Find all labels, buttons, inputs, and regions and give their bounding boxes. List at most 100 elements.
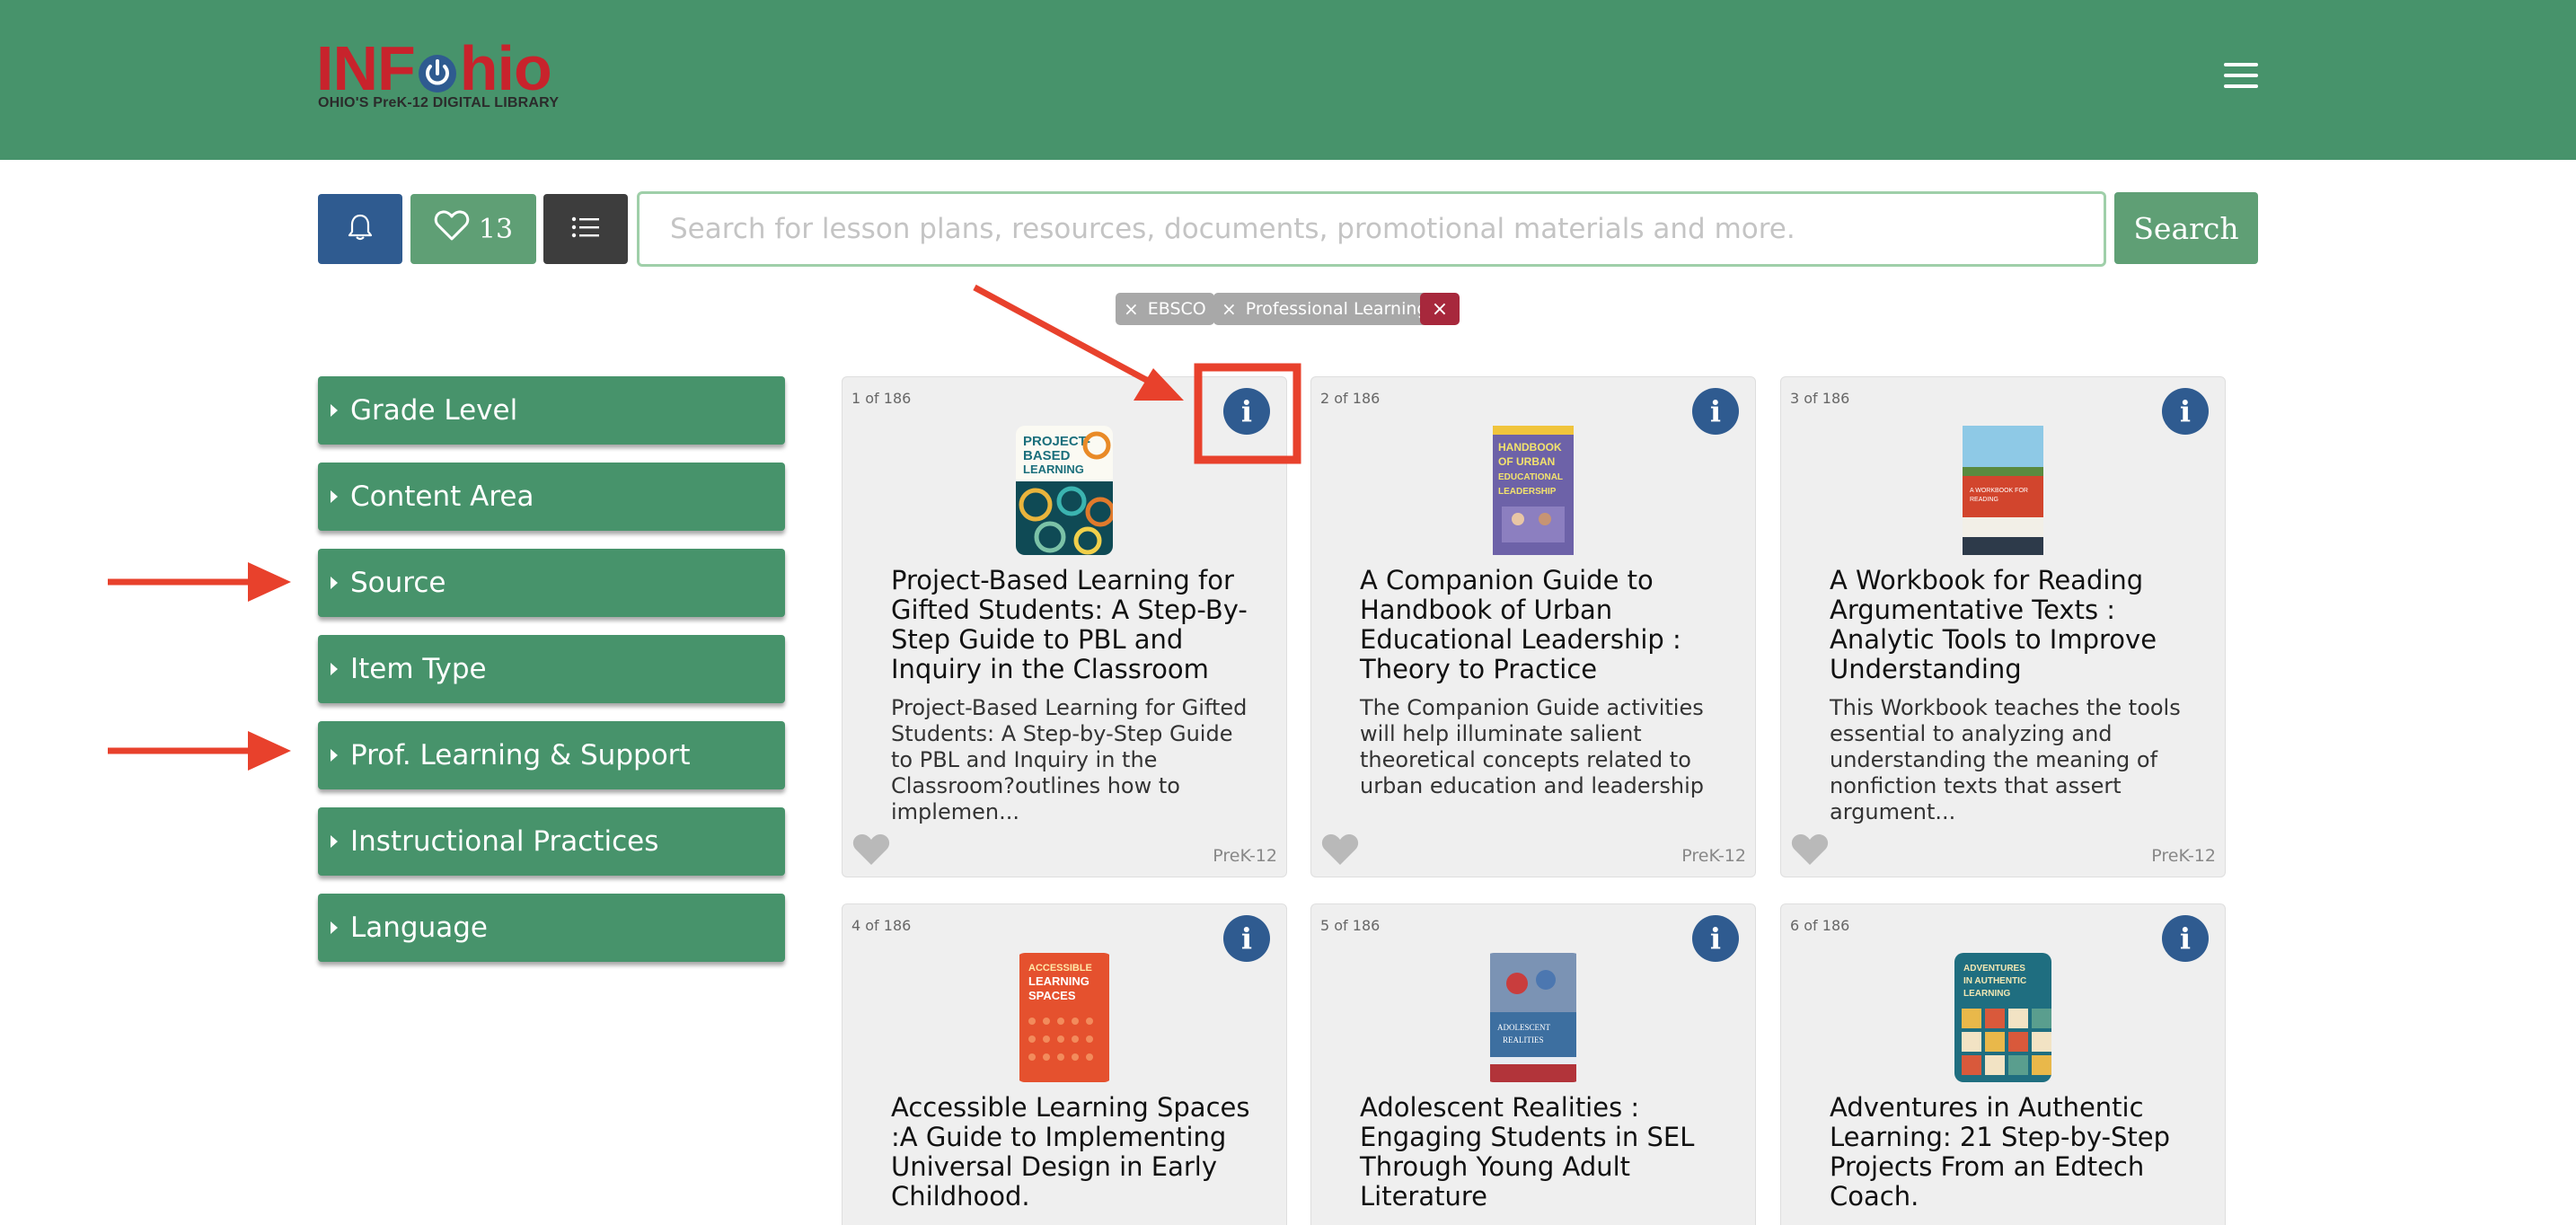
book-cover[interactable]: A WORKBOOK FOR READING [1954,426,2051,555]
search-button[interactable]: Search [2114,192,2258,264]
clear-filters-button[interactable]: × [1420,293,1460,325]
result-card[interactable]: 6 of 186 i ADVENTURES IN AUTHENTIC LEARN… [1780,903,2226,1225]
remove-filter-icon[interactable]: × [1124,298,1139,320]
facet-label: Prof. Learning & Support [350,739,691,771]
caret-right-icon [331,749,338,762]
facet-source[interactable]: Source [318,549,785,617]
site-header: INF hio OHIO'S PreK-12 DIGITAL LIBRARY [0,0,2576,160]
info-icon[interactable]: i [1223,388,1270,435]
result-card[interactable]: 4 of 186 i ACCESSIBLE LEARNING SPACES Ac… [842,903,1287,1225]
hamburger-menu-icon[interactable] [2224,63,2262,92]
caret-right-icon [331,490,338,503]
svg-text:BASED: BASED [1023,448,1071,463]
facet-label: Source [350,567,446,599]
result-count: 4 of 186 [851,917,912,934]
search-input[interactable] [637,191,2106,267]
remove-filter-icon[interactable]: × [1222,298,1237,320]
favorites-button[interactable]: 13 [410,194,536,264]
heart-icon[interactable] [851,832,891,868]
svg-text:ACCESSIBLE: ACCESSIBLE [1028,963,1092,974]
svg-text:LEARNING: LEARNING [1028,974,1090,988]
caret-right-icon [331,835,338,848]
svg-text:ADOLESCENT: ADOLESCENT [1497,1023,1550,1032]
heart-icon[interactable] [1320,832,1360,868]
caret-right-icon [331,663,338,675]
favorites-count: 13 [478,213,514,245]
result-count: 6 of 186 [1790,917,1850,934]
filter-chip-ebsco[interactable]: × EBSCO [1116,293,1214,325]
heart-icon [434,209,470,249]
facet-prof-learning-support[interactable]: Prof. Learning & Support [318,721,785,789]
list-view-button[interactable] [543,194,628,264]
svg-text:READING: READING [1970,497,1998,503]
facet-instructional-practices[interactable]: Instructional Practices [318,807,785,876]
svg-text:REALITIES: REALITIES [1503,1036,1544,1044]
book-cover[interactable]: PROJECT- BASED LEARNING [1016,426,1113,555]
info-icon[interactable]: i [1692,915,1739,962]
svg-text:SPACES: SPACES [1028,989,1076,1002]
grade-label: PreK-12 [1213,846,1277,866]
filter-chip-professional-learning[interactable]: × Professional Learning [1213,293,1436,325]
result-description: This Workbook teaches the tools essentia… [1830,695,2181,824]
book-cover[interactable]: HANDBOOK OF URBAN EDUCATIONAL LEADERSHIP [1485,426,1582,555]
result-description: The Companion Guide activities will help… [1360,695,1704,798]
result-title[interactable]: Adventures in Authentic Learning: 21 Ste… [1830,1093,2192,1212]
facet-label: Content Area [350,480,534,513]
power-icon [417,43,458,93]
result-title[interactable]: A Workbook for Reading Argumentative Tex… [1830,566,2192,684]
svg-text:LEADERSHIP: LEADERSHIP [1498,487,1557,497]
notifications-button[interactable] [318,194,402,264]
result-count: 5 of 186 [1320,917,1381,934]
result-card[interactable]: 5 of 186 i ADOLESCENT REALITIES Adolesce… [1310,903,1756,1225]
result-title[interactable]: Adolescent Realities : Engaging Students… [1360,1093,1723,1212]
filter-chip-label: EBSCO [1147,299,1206,319]
svg-text:IN AUTHENTIC: IN AUTHENTIC [1963,976,2026,986]
book-cover[interactable]: ADVENTURES IN AUTHENTIC LEARNING [1954,953,2051,1082]
result-count: 3 of 186 [1790,390,1850,407]
facet-content-area[interactable]: Content Area [318,463,785,531]
facet-label: Instructional Practices [350,825,659,858]
info-icon[interactable]: i [1223,915,1270,962]
svg-text:OF URBAN: OF URBAN [1498,455,1555,468]
facet-label: Grade Level [350,394,518,427]
infohio-logo[interactable]: INF hio OHIO'S PreK-12 DIGITAL LIBRARY [316,36,568,117]
result-card[interactable]: 2 of 186 i HANDBOOK OF URBAN EDUCATIONAL… [1310,376,1756,877]
caret-right-icon [331,577,338,589]
filter-chip-label: Professional Learning [1245,299,1428,319]
caret-right-icon [331,404,338,417]
svg-text:LEARNING: LEARNING [1023,463,1084,476]
result-description: Project-Based Learning for Gifted Studen… [891,695,1248,824]
result-title[interactable]: A Companion Guide to Handbook of Urban E… [1360,566,1723,684]
result-title[interactable]: Project-Based Learning for Gifted Studen… [891,566,1254,684]
info-icon[interactable]: i [2162,388,2209,435]
svg-text:A WORKBOOK FOR: A WORKBOOK FOR [1970,488,2028,494]
svg-text:EDUCATIONAL: EDUCATIONAL [1498,472,1563,482]
result-card[interactable]: 1 of 186 i PROJECT- BASED LEARNING Proje… [842,376,1287,877]
facet-item-type[interactable]: Item Type [318,635,785,703]
bell-icon [347,213,374,245]
logo-text-end: hio [459,33,552,103]
list-icon [571,216,600,242]
facet-language[interactable]: Language [318,894,785,962]
book-cover[interactable]: ADOLESCENT REALITIES [1485,953,1582,1082]
svg-text:HANDBOOK: HANDBOOK [1498,441,1562,454]
grade-label: PreK-12 [2151,846,2216,866]
svg-text:LEARNING: LEARNING [1963,989,2010,999]
logo-tagline: OHIO'S PreK-12 DIGITAL LIBRARY [318,95,560,110]
logo-text-start: INF [316,33,416,103]
result-count: 2 of 186 [1320,390,1381,407]
book-cover[interactable]: ACCESSIBLE LEARNING SPACES [1016,953,1113,1082]
arrow-to-source-facet [108,562,291,602]
result-title[interactable]: Accessible Learning Spaces :A Guide to I… [891,1093,1254,1212]
info-icon[interactable]: i [2162,915,2209,962]
arrow-to-prof-learning-facet [108,731,291,771]
svg-text:PROJECT-: PROJECT- [1023,434,1090,449]
facet-label: Item Type [350,653,487,685]
svg-text:ADVENTURES: ADVENTURES [1963,964,2025,974]
heart-icon[interactable] [1790,832,1830,868]
facet-grade-level[interactable]: Grade Level [318,376,785,445]
caret-right-icon [331,921,338,934]
info-icon[interactable]: i [1692,388,1739,435]
result-count: 1 of 186 [851,390,912,407]
result-card[interactable]: 3 of 186 i A WORKBOOK FOR READING A Work… [1780,376,2226,877]
